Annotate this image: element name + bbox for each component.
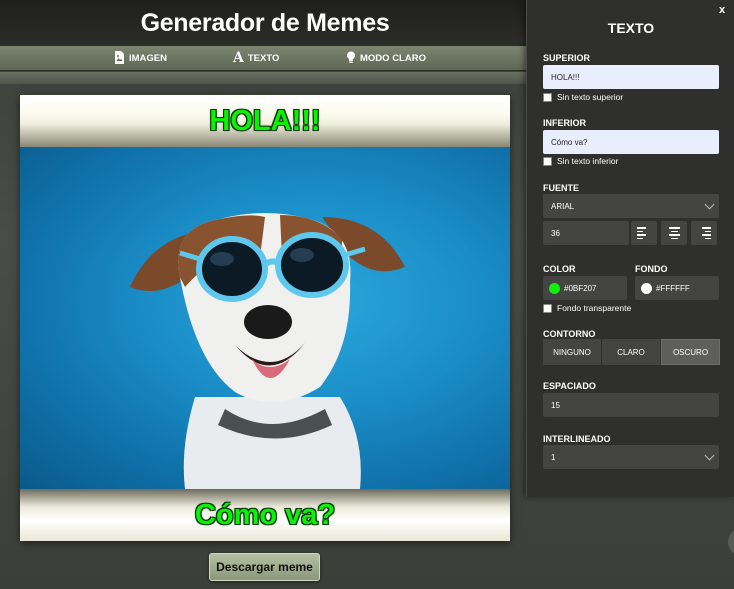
background-swatch [641, 282, 652, 294]
superior-label: SUPERIOR [543, 53, 591, 63]
checkbox-box[interactable] [543, 303, 552, 313]
nav-imagen[interactable]: IMAGEN [114, 50, 167, 66]
meme-bottom-text: Cómo va? [194, 498, 336, 531]
color-label: COLOR [543, 264, 576, 274]
meme-image [20, 147, 510, 489]
meme-bottom-band: Cómo va? [20, 489, 510, 541]
checkbox-box[interactable] [543, 156, 552, 166]
contorno-claro-button[interactable]: CLARO [602, 339, 660, 365]
fondo-transparente-checkbox[interactable]: Fondo transparente [543, 303, 631, 313]
app-title: Generador de Memes [140, 9, 390, 37]
font-family-select[interactable]: ARIAL [543, 194, 719, 218]
text-color-value: #0BF207 [564, 283, 597, 293]
superior-input[interactable]: HOLA!!! [543, 65, 719, 89]
nav-modo-label: MODO CLARO [360, 52, 426, 64]
chevron-down-icon [704, 199, 715, 210]
contorno-ninguno-button[interactable]: NINGUNO [543, 339, 601, 365]
text-a-icon: A [233, 49, 244, 66]
contorno-oscuro-button[interactable]: OSCURO [661, 339, 720, 365]
fondo-label: FONDO [635, 264, 668, 274]
nav-texto-label: TEXTO [247, 52, 280, 64]
fuente-label: FUENTE [543, 183, 579, 193]
font-size-input[interactable]: 36 [543, 221, 629, 245]
chevron-down-icon [704, 450, 715, 461]
nav-texto[interactable]: A TEXTO [233, 50, 279, 66]
sin-texto-superior-label: Sin texto superior [557, 92, 624, 102]
panel-toggle-handle[interactable] [728, 528, 734, 556]
interlineado-select[interactable]: 1 [543, 445, 719, 469]
sin-texto-inferior-label: Sin texto inferior [557, 156, 619, 166]
panel-title: TEXTO [607, 20, 655, 36]
interlineado-label: INTERLINEADO [543, 434, 611, 444]
meme-top-text: HOLA!!! [209, 104, 321, 137]
espaciado-label: ESPACIADO [543, 381, 596, 391]
espaciado-input[interactable]: 15 [543, 393, 719, 417]
align-center-button[interactable] [661, 221, 687, 245]
sin-texto-superior-checkbox[interactable]: Sin texto superior [543, 92, 623, 102]
nav-imagen-label: IMAGEN [129, 52, 167, 64]
download-meme-button[interactable]: Descargar meme [209, 553, 320, 581]
align-left-button[interactable] [631, 221, 657, 245]
color-swatch [549, 282, 560, 294]
close-icon[interactable]: x [719, 4, 725, 16]
text-panel: x TEXTO SUPERIOR HOLA!!! Sin texto super… [526, 0, 734, 497]
fondo-transparente-label: Fondo transparente [557, 303, 632, 313]
text-color-picker[interactable]: #0BF207 [543, 276, 627, 300]
inferior-input[interactable]: Cómo va? [543, 130, 719, 154]
image-file-icon [114, 50, 125, 66]
font-family-value: ARIAL [551, 201, 575, 211]
checkbox-box[interactable] [543, 92, 552, 102]
nav-modo-claro[interactable]: MODO CLARO [346, 50, 426, 66]
lightbulb-icon [346, 51, 356, 66]
align-right-button[interactable] [691, 221, 717, 245]
contorno-label: CONTORNO [543, 329, 596, 339]
interlineado-value: 1 [551, 452, 556, 462]
dog-illustration [130, 213, 405, 489]
sin-texto-inferior-checkbox[interactable]: Sin texto inferior [543, 156, 618, 166]
meme-top-band: HOLA!!! [20, 95, 510, 147]
background-color-picker[interactable]: #FFFFFF [635, 276, 719, 300]
meme-canvas: HOLA!!! Cómo va? [20, 95, 510, 541]
inferior-label: INFERIOR [543, 118, 587, 128]
background-color-value: #FFFFFF [656, 283, 690, 293]
